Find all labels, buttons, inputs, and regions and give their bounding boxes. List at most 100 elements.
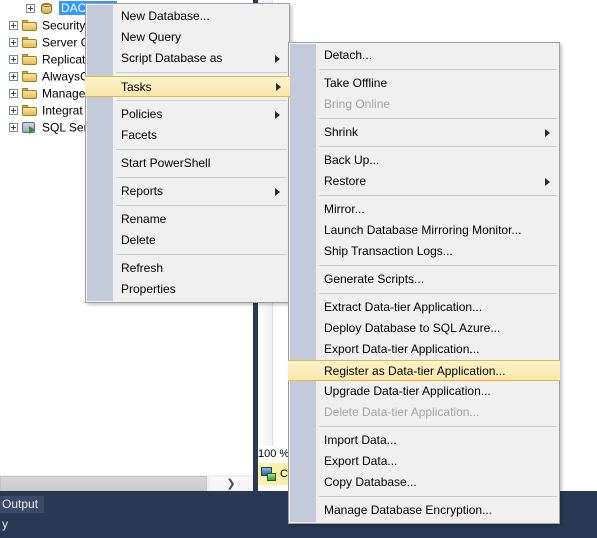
- menu-item-export-data[interactable]: Export Data...: [289, 451, 559, 472]
- submenu-arrow-icon: [545, 128, 550, 137]
- menu-item-delete[interactable]: Delete: [86, 230, 289, 251]
- menu-separator: [116, 205, 287, 206]
- menu-item-manage-database-encryption[interactable]: Manage Database Encryption...: [289, 500, 559, 521]
- folder-icon: [22, 36, 38, 49]
- menu-item-label: New Query: [121, 30, 182, 44]
- expander-icon[interactable]: [9, 38, 18, 48]
- menu-item-label: Upgrade Data-tier Application...: [324, 384, 491, 398]
- menu-item-label: Script Database as: [121, 51, 223, 65]
- expander-icon[interactable]: [9, 106, 18, 116]
- submenu-arrow-icon: [276, 82, 281, 91]
- menu-item-upgrade-data-tier-application[interactable]: Upgrade Data-tier Application...: [289, 381, 559, 402]
- menu-item-refresh[interactable]: Refresh: [86, 258, 289, 279]
- menu-item-mirror[interactable]: Mirror...: [289, 199, 559, 220]
- menu-item-tasks[interactable]: Tasks: [85, 76, 290, 97]
- menu-item-label: Manage Database Encryption...: [324, 503, 493, 517]
- menu-item-properties[interactable]: Properties: [86, 279, 289, 300]
- menu-item-label: Import Data...: [324, 433, 397, 447]
- menu-item-back-up[interactable]: Back Up...: [289, 150, 559, 171]
- menu-separator: [319, 496, 557, 497]
- tree-item-label: AlwaysC: [42, 69, 89, 84]
- menu-item-label: Deploy Database to SQL Azure...: [324, 321, 501, 335]
- folder-icon: [22, 70, 38, 83]
- menu-item-generate-scripts[interactable]: Generate Scripts...: [289, 269, 559, 290]
- folder-icon: [22, 53, 38, 66]
- menu-item-label: Reports: [121, 184, 164, 198]
- horizontal-scrollbar-thumb[interactable]: [0, 476, 207, 491]
- folder-icon: [22, 87, 38, 100]
- menu-separator: [116, 254, 287, 255]
- menu-separator: [116, 149, 287, 150]
- tasks-submenu: Detach... Take Offline Bring Online Shrink B…: [288, 42, 560, 524]
- menu-item-label: Restore: [324, 174, 367, 188]
- menu-separator: [319, 293, 557, 294]
- expander-icon[interactable]: [9, 55, 18, 65]
- menu-item-delete-data-tier-application: Delete Data-tier Application...: [289, 402, 559, 423]
- tab-output[interactable]: Output: [0, 496, 45, 513]
- menu-item-label: Take Offline: [324, 76, 388, 90]
- menu-item-register-as-data-tier-application[interactable]: Register as Data-tier Application...: [288, 360, 560, 381]
- menu-item-label: Delete: [121, 233, 156, 247]
- menu-separator: [319, 195, 557, 196]
- expander-icon[interactable]: [9, 21, 18, 31]
- menu-item-shrink[interactable]: Shrink: [289, 122, 559, 143]
- menu-item-import-data[interactable]: Import Data...: [289, 430, 559, 451]
- ssms-window: DAC_TestSecurityServer CReplicatAlwaysCM…: [0, 0, 597, 538]
- scroll-right-arrow-icon[interactable]: ❯: [209, 476, 253, 491]
- menu-item-label: Rename: [121, 212, 167, 226]
- expander-icon[interactable]: [26, 4, 35, 14]
- submenu-arrow-icon: [275, 110, 280, 119]
- database-icon: [39, 2, 55, 15]
- menu-separator: [319, 426, 557, 427]
- menu-item-reports[interactable]: Reports: [86, 181, 289, 202]
- menu-item-label: Launch Database Mirroring Monitor...: [324, 223, 522, 237]
- menu-item-label: Detach...: [324, 48, 373, 62]
- menu-item-label: Extract Data-tier Application...: [324, 300, 483, 314]
- menu-item-copy-database[interactable]: Copy Database...: [289, 472, 559, 493]
- tree-item-label: Manage: [42, 86, 86, 101]
- menu-item-policies[interactable]: Policies: [86, 104, 289, 125]
- menu-item-script-database-as[interactable]: Script Database as: [86, 48, 289, 69]
- expander-icon[interactable]: [9, 123, 18, 133]
- menu-item-label: Shrink: [324, 125, 359, 139]
- menu-item-restore[interactable]: Restore: [289, 171, 559, 192]
- menu-separator: [319, 265, 557, 266]
- folder-icon: [22, 104, 38, 117]
- menu-item-facets[interactable]: Facets: [86, 125, 289, 146]
- expander-icon[interactable]: [9, 89, 18, 99]
- menu-item-export-data-tier-application[interactable]: Export Data-tier Application...: [289, 339, 559, 360]
- menu-item-new-query[interactable]: New Query: [86, 27, 289, 48]
- menu-item-rename[interactable]: Rename: [86, 209, 289, 230]
- menu-separator: [116, 72, 287, 73]
- horizontal-scrollbar[interactable]: ❯: [0, 474, 253, 492]
- menu-item-extract-data-tier-application[interactable]: Extract Data-tier Application...: [289, 297, 559, 318]
- menu-separator: [116, 100, 287, 101]
- menu-separator: [116, 177, 287, 178]
- menu-item-label: Facets: [121, 128, 158, 142]
- submenu-arrow-icon: [275, 187, 280, 196]
- tree-item-label: Replicat: [42, 52, 86, 67]
- connection-icon: [261, 466, 278, 482]
- context-menu-items: New Database... New Query Script Database …: [85, 6, 290, 300]
- zoom-level-text: 100 %: [258, 448, 290, 460]
- menu-item-start-powershell[interactable]: Start PowerShell: [86, 153, 289, 174]
- menu-item-take-offline[interactable]: Take Offline: [289, 73, 559, 94]
- menu-item-new-database[interactable]: New Database...: [86, 6, 289, 27]
- menu-item-label: Policies: [121, 107, 163, 121]
- menu-item-label: Generate Scripts...: [324, 272, 425, 286]
- menu-item-label: Bring Online: [324, 97, 391, 111]
- menu-item-detach[interactable]: Detach...: [289, 45, 559, 66]
- menu-item-ship-transaction-logs[interactable]: Ship Transaction Logs...: [289, 241, 559, 262]
- menu-item-label: Ship Transaction Logs...: [324, 244, 453, 258]
- menu-item-label: Mirror...: [324, 202, 365, 216]
- submenu-arrow-icon: [545, 177, 550, 186]
- menu-item-label: Back Up...: [324, 153, 380, 167]
- menu-item-launch-database-mirroring-monitor[interactable]: Launch Database Mirroring Monitor...: [289, 220, 559, 241]
- tree-item-label: Server C: [42, 35, 90, 50]
- database-context-menu: New Database... New Query Script Database …: [85, 3, 290, 303]
- menu-item-deploy-database-to-sql-azure[interactable]: Deploy Database to SQL Azure...: [289, 318, 559, 339]
- expander-icon[interactable]: [9, 72, 18, 82]
- menu-item-label: Register as Data-tier Application...: [324, 364, 506, 378]
- menu-item-label: Export Data-tier Application...: [324, 342, 480, 356]
- submenu-arrow-icon: [275, 54, 280, 63]
